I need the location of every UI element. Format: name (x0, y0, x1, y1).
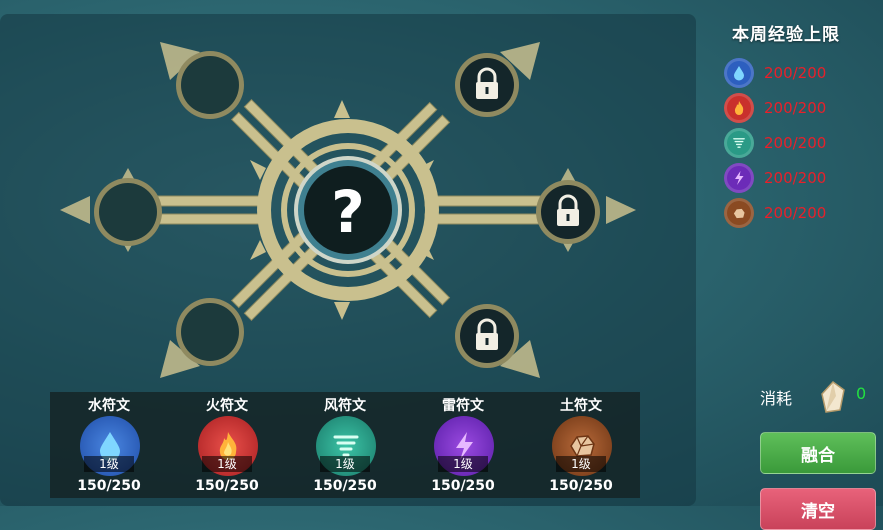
rune-card-wind[interactable]: 风符文 1级 150/250 (286, 392, 404, 498)
rune-level: 1级 (84, 456, 134, 472)
rune-inventory-bar: 水符文 1级 150/250 火符文 1级 150/250 风符文 1级 150… (50, 392, 640, 498)
rune-name: 土符文 (560, 398, 602, 414)
rune-progress: 150/250 (549, 478, 613, 494)
consume-cost: 消耗 0 (760, 380, 880, 413)
exp-row-wind: 200/200 (724, 128, 874, 158)
slot-lower-right[interactable] (455, 304, 519, 368)
consume-label: 消耗 (760, 389, 793, 408)
tornado-icon (724, 128, 754, 158)
rune-name: 水符文 (88, 398, 130, 414)
rune-name: 风符文 (324, 398, 366, 414)
consume-value: 0 (856, 384, 867, 403)
rock-icon (724, 198, 754, 228)
slot-right[interactable] (536, 180, 600, 244)
exp-row-thunder: 200/200 (724, 163, 874, 193)
rune-wheel: ? (60, 42, 636, 378)
rune-progress: 150/250 (195, 478, 259, 494)
slot-upper-right[interactable] (455, 53, 519, 117)
question-mark-icon: ? (331, 178, 365, 246)
rune-progress: 150/250 (77, 478, 141, 494)
rune-progress: 150/250 (431, 478, 495, 494)
exp-value: 200/200 (764, 99, 827, 117)
rune-level: 1级 (438, 456, 488, 472)
slot-lower-left[interactable] (176, 298, 244, 366)
lightning-icon (724, 163, 754, 193)
rune-level: 1级 (320, 456, 370, 472)
rune-card-earth[interactable]: 土符文 1级 150/250 (522, 392, 640, 498)
fuse-button[interactable]: 融合 (760, 432, 876, 474)
weekly-exp-cap-title: 本周经验上限 (732, 25, 840, 45)
svg-text:?: ? (331, 178, 365, 246)
crystal-icon (821, 380, 845, 413)
slot-left[interactable] (94, 178, 162, 246)
rune-level: 1级 (556, 456, 606, 472)
rune-name: 雷符文 (442, 398, 484, 414)
exp-row-water: 200/200 (724, 58, 874, 88)
water-drop-icon (724, 58, 754, 88)
rune-level: 1级 (202, 456, 252, 472)
clear-button[interactable]: 清空 (760, 488, 876, 530)
exp-row-earth: 200/200 (724, 198, 874, 228)
rune-card-fire[interactable]: 火符文 1级 150/250 (168, 392, 286, 498)
exp-value: 200/200 (764, 204, 827, 222)
rune-progress: 150/250 (313, 478, 377, 494)
exp-value: 200/200 (764, 134, 827, 152)
exp-value: 200/200 (764, 64, 827, 82)
slot-upper-left[interactable] (176, 51, 244, 119)
rune-card-thunder[interactable]: 雷符文 1级 150/250 (404, 392, 522, 498)
exp-value: 200/200 (764, 169, 827, 187)
sidebar: 本周经验上限 200/200 200/200 200/200 200/200 2… (710, 0, 883, 530)
rune-name: 火符文 (206, 398, 248, 414)
exp-row-fire: 200/200 (724, 93, 874, 123)
flame-icon (724, 93, 754, 123)
rune-card-water[interactable]: 水符文 1级 150/250 (50, 392, 168, 498)
